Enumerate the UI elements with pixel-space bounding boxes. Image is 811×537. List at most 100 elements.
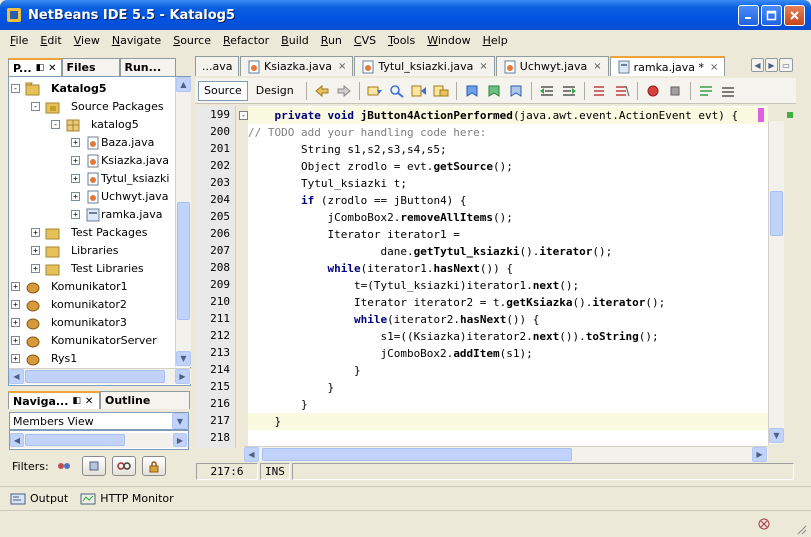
source-mode-button[interactable]: Source [198,80,248,101]
menu-tools[interactable]: Tools [382,34,421,47]
scroll-left-button[interactable]: ◀ [244,447,259,462]
filter-static-button[interactable] [112,456,136,476]
uncomment-button[interactable] [613,82,631,100]
menu-window[interactable]: Window [421,34,476,47]
find-previous-button[interactable] [388,82,406,100]
scroll-tabs-left-button[interactable]: ◀ [751,58,764,72]
code-editor[interactable]: private void jButton4ActionPerformed(jav… [248,106,768,448]
filter-fields-icon[interactable] [56,459,72,473]
tree-item-komunikator2[interactable]: + komunikator2 [9,296,175,314]
filter-nonpublic-button[interactable] [82,456,106,476]
scroll-left-button[interactable]: ◀ [9,369,24,384]
tree-item-ramka[interactable]: + ramka.java [9,206,175,224]
close-icon[interactable]: ✕ [85,396,93,407]
design-mode-button[interactable]: Design [251,81,299,101]
comment-button[interactable] [591,82,609,100]
tree-item-package-katalog5[interactable]: - katalog5 [9,116,175,134]
expand-icon[interactable]: + [71,174,80,183]
tree-item-komunikator1[interactable]: + Komunikator1 [9,278,175,296]
expand-icon[interactable]: + [11,300,20,309]
stop-macro-button[interactable] [666,82,684,100]
tree-item-test-libraries[interactable]: + Test Libraries [9,260,175,278]
expand-icon[interactable]: + [31,264,40,273]
start-macro-button[interactable] [644,82,662,100]
close-tab-icon[interactable]: × [479,61,487,72]
tree-item-katalog5[interactable]: - Katalog5 [9,80,175,98]
expand-icon[interactable]: + [71,210,80,219]
back-button[interactable] [313,82,331,100]
navigator-horizontal-scrollbar[interactable]: ◀ ▶ [10,433,188,448]
menu-run[interactable]: Run [315,34,348,47]
close-tab-icon[interactable]: × [338,61,346,72]
tree-item-tytul-ksiazki[interactable]: + Tytul_ksiazki [9,170,175,188]
find-selection-button[interactable] [366,82,384,100]
shift-left-button[interactable] [538,82,556,100]
pin-icon[interactable]: ◧ [36,63,45,73]
find-next-button[interactable] [410,82,428,100]
collapse-icon[interactable]: - [51,120,60,129]
maximize-button[interactable] [761,5,782,26]
scroll-up-button[interactable]: ▲ [176,77,191,92]
expand-icon[interactable]: + [71,192,80,201]
tree-item-libraries[interactable]: + Libraries [9,242,175,260]
http-monitor-tab[interactable]: HTTP Monitor [80,492,174,506]
expand-icon[interactable]: + [71,156,80,165]
next-bookmark-button[interactable] [485,82,503,100]
chevron-down-icon[interactable]: ▼ [172,413,188,429]
menu-edit[interactable]: Edit [34,34,67,47]
editor-tab-ksiazka[interactable]: Ksiazka.java × [240,56,354,76]
editor-tab-truncated[interactable]: ...ava [195,56,239,76]
menu-refactor[interactable]: Refactor [217,34,275,47]
scroll-thumb[interactable] [25,370,165,383]
previous-bookmark-button[interactable] [463,82,481,100]
expand-icon[interactable]: + [11,354,20,363]
scroll-tabs-right-button[interactable]: ▶ [765,58,778,72]
tab-navigator[interactable]: Naviga... ◧ ✕ [8,391,100,409]
change-marker[interactable] [758,108,764,122]
scroll-thumb[interactable] [25,434,125,446]
editor-horizontal-scrollbar[interactable]: ◀ ▶ [244,446,768,462]
scroll-right-button[interactable]: ▶ [175,369,190,384]
scroll-down-button[interactable]: ▼ [769,428,784,443]
expand-icon[interactable]: + [71,138,80,147]
tab-runtime[interactable]: Run... [119,58,176,76]
menu-file[interactable]: File [4,34,34,47]
output-tab[interactable]: Output [10,492,68,506]
tab-list-button[interactable]: ▭ [779,58,793,72]
tree-item-source-packages[interactable]: - Source Packages [9,98,175,116]
template-button[interactable] [697,82,715,100]
resize-grip-icon[interactable] [795,523,807,535]
expand-icon[interactable]: + [31,228,40,237]
filter-locked-button[interactable] [142,456,166,476]
editor-tab-tytul-ksiazki[interactable]: Tytul_ksiazki.java × [354,56,495,76]
menu-build[interactable]: Build [275,34,315,47]
expand-icon[interactable]: + [11,282,20,291]
expand-icon[interactable]: + [11,318,20,327]
forward-button[interactable] [335,82,353,100]
tab-outline[interactable]: Outline [100,391,190,409]
editor-tab-uchwyt[interactable]: Uchwyt.java × [495,56,609,76]
tree-item-komunikatorserver[interactable]: + KomunikatorServer [9,332,175,350]
close-tab-icon[interactable]: × [593,61,601,72]
close-window-button[interactable] [784,5,805,26]
collapse-icon[interactable]: - [31,102,40,111]
scroll-thumb[interactable] [177,202,190,320]
scroll-thumb[interactable] [770,191,783,236]
fold-collapse-icon[interactable]: - [239,111,248,120]
members-view-select[interactable]: Members View ▼ [9,412,189,430]
tree-item-ksiazka[interactable]: + Ksiazka.java [9,152,175,170]
scroll-right-button[interactable]: ▶ [752,447,767,462]
editor-vertical-scrollbar[interactable]: ▼ [768,121,784,444]
tree-item-komunikator3[interactable]: + komunikator3 [9,314,175,332]
minimize-button[interactable] [738,5,759,26]
garbage-collect-icon[interactable] [756,517,772,531]
scroll-thumb[interactable] [262,448,572,461]
format-button[interactable] [719,82,737,100]
tree-item-baza[interactable]: + Baza.java [9,134,175,152]
tab-projects[interactable]: P... ◧ ✕ [8,58,62,76]
tab-files[interactable]: Files [61,58,120,76]
scroll-left-button[interactable]: ◀ [10,433,24,447]
expand-icon[interactable]: + [11,336,20,345]
toggle-highlight-button[interactable] [432,82,450,100]
menu-cvs[interactable]: CVS [348,34,382,47]
